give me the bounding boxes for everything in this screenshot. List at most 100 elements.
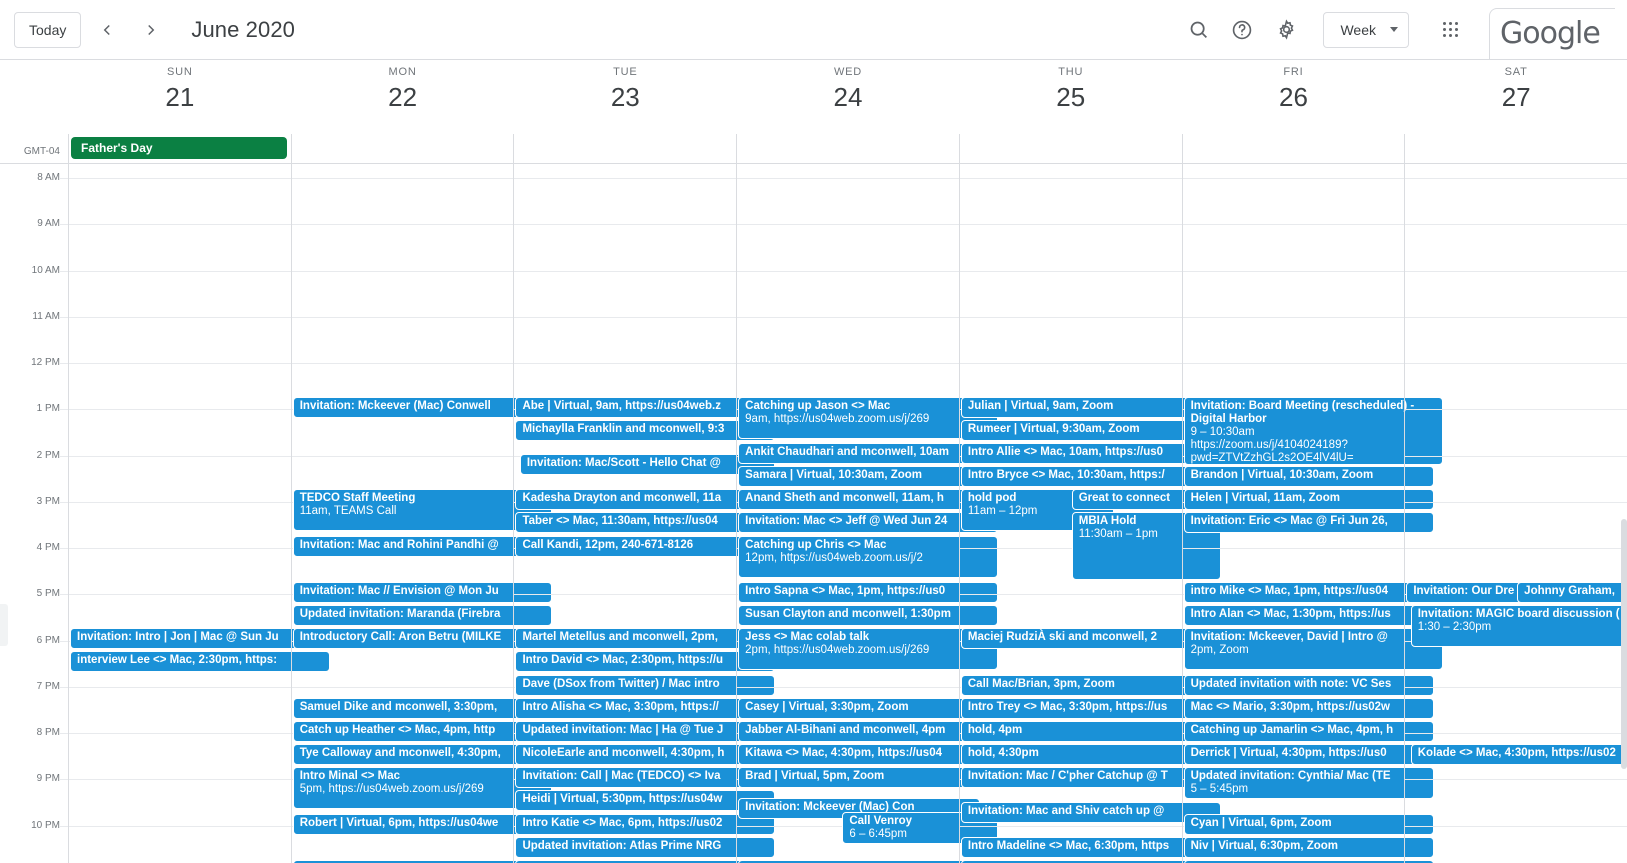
hour-tick	[60, 733, 68, 734]
hour-gridline	[1182, 363, 1405, 364]
time-label: 4 PM	[36, 542, 60, 553]
day-number[interactable]: 26	[1183, 80, 1405, 114]
event-title: Invitation: Board Meeting (rescheduled) …	[1190, 400, 1415, 425]
day-column-thu[interactable]: Julian | Virtual, 9am, Zoom Rumeer | Virt…	[958, 164, 1221, 863]
day-number[interactable]: 24	[737, 80, 959, 114]
time-label: 3 PM	[36, 495, 60, 507]
day-header-sun[interactable]: SUN 21	[68, 60, 291, 134]
hour-gridline	[737, 316, 959, 318]
all-day-cell-thu[interactable]	[958, 134, 1182, 163]
hour-gridline	[291, 363, 514, 364]
hour-tick	[60, 224, 68, 226]
calendar-event[interactable]: Johnny Graham,	[1517, 582, 1627, 603]
next-week-button[interactable]	[133, 12, 169, 48]
hour-gridline	[959, 224, 1182, 226]
day-header-thu[interactable]: THU 25	[959, 60, 1182, 134]
event-title: Invitation: Mac and Shiv catch up @	[967, 805, 1165, 817]
event-title: Johnny Graham,	[1524, 585, 1615, 597]
event-title: Mac <> Mario, 3:30pm, https://us02w	[1190, 701, 1390, 713]
help-icon[interactable]	[1221, 9, 1263, 51]
day-header-fri[interactable]: FRI 26	[1182, 60, 1405, 134]
calendar-grid-scroll[interactable]: 8 AM 9 AM 10 AM 11 AM 12 PM 1 PM 2 PM 3 PM 4 PM 5…	[0, 164, 1627, 863]
hour-tick	[60, 501, 68, 503]
timezone-label: GMT-04	[23, 146, 60, 157]
day-header-mon[interactable]: MON 22	[291, 60, 514, 134]
time-label: 7 PM	[36, 680, 60, 692]
day-column-wed[interactable]: Catching up Jason <> Mac 9am, https://us0…	[736, 164, 998, 863]
all-day-cell-mon[interactable]	[290, 134, 514, 163]
calendar-event[interactable]: Cyan | Virtual, 6pm, Zoom	[1183, 814, 1435, 835]
all-day-cell-wed[interactable]	[736, 134, 959, 163]
time-label: 12 PM	[31, 357, 60, 368]
hour-gridline	[1405, 825, 1627, 827]
hour-gridline	[959, 825, 1182, 827]
day-column-sat[interactable]: Invitation: Our Dre Johnny Graham, Invitat…	[1404, 164, 1627, 863]
hour-gridline	[1405, 316, 1627, 318]
today-button[interactable]: Today	[14, 11, 82, 48]
event-title: Catch up Heather <> Mac, 4pm, http	[299, 724, 496, 736]
view-selector[interactable]: Week	[1323, 11, 1409, 48]
search-icon[interactable]	[1177, 9, 1219, 51]
calendar-event[interactable]: Invitation: Eric <> Mac @ Fri Jun 26,	[1183, 512, 1435, 533]
calendar-event[interactable]: Helen | Virtual, 11am, Zoom	[1183, 489, 1435, 510]
hour-gridline	[737, 178, 959, 179]
day-name: THU	[1058, 66, 1084, 78]
hour-gridline	[737, 363, 959, 364]
hour-gridline	[1182, 178, 1405, 179]
calendar-event[interactable]: Brandon | Virtual, 10:30am, Zoom	[1183, 466, 1435, 487]
all-day-cell-sat[interactable]	[1404, 134, 1627, 163]
hour-tick	[60, 363, 68, 364]
all-day-cell-sun[interactable]: Father's Day	[68, 134, 291, 163]
day-number[interactable]: 23	[514, 80, 736, 114]
event-title: Susan Clayton and mconwell, 1:30pm	[745, 608, 951, 620]
day-header-sat[interactable]: SAT 27	[1404, 60, 1627, 134]
hour-gridline	[1182, 270, 1405, 272]
day-column-sun[interactable]: Invitation: Intro | Jon | Mac @ Sun Ju in…	[68, 164, 330, 863]
hour-gridline	[1405, 686, 1627, 688]
day-number[interactable]: 21	[69, 80, 291, 114]
gear-icon[interactable]	[1265, 9, 1307, 51]
all-day-event-chip[interactable]: Father's Day	[71, 137, 287, 159]
day-column-tue[interactable]: Abe | Virtual, 9am, https://us04web.z Mic…	[513, 164, 776, 863]
calendar-event[interactable]: Derrick | Virtual, 4:30pm, https://us0	[1183, 744, 1435, 765]
day-column-fri[interactable]: Invitation: Board Meeting (rescheduled) …	[1181, 164, 1444, 863]
calendar-event[interactable]: Mac <> Mario, 3:30pm, https://us02w	[1183, 698, 1435, 719]
previous-week-button[interactable]	[89, 12, 125, 48]
hour-tick	[60, 779, 68, 781]
calendar-event[interactable]: Niv | Virtual, 6:30pm, Zoom	[1183, 837, 1435, 858]
app-toolbar: Today June 2020 Week Google	[0, 0, 1627, 60]
hour-gridline	[69, 779, 291, 781]
event-title: Anand Sheth and mconwell, 11am, h	[745, 492, 944, 504]
vertical-scrollbar[interactable]	[1621, 519, 1627, 769]
event-title: Heidi | Virtual, 5:30pm, https://us04w	[522, 793, 723, 805]
time-label: 11 AM	[32, 310, 60, 322]
day-header-tue[interactable]: TUE 23	[513, 60, 736, 134]
event-title: Intro David <> Mac, 2:30pm, https://u	[522, 654, 724, 666]
event-subtitle: 9am, https://us04web.zoom.us/j/269	[745, 413, 930, 425]
all-day-cell-tue[interactable]	[513, 134, 736, 163]
all-day-cell-fri[interactable]	[1181, 134, 1405, 163]
event-subtitle: https://zoom.us/j/4104024189?pwd=ZTVtZzh…	[1190, 439, 1354, 464]
day-column-mon[interactable]: Invitation: Mckeever (Mac) Conwell TEDCO…	[290, 164, 553, 863]
apps-grid-icon[interactable]	[1429, 9, 1471, 51]
calendar-event[interactable]: Updated invitation with note: VC Ses	[1183, 675, 1435, 696]
event-title: Invitation: Mac and Rohini Pandhi @	[299, 539, 499, 551]
view-selector-label: Week	[1340, 21, 1376, 38]
hour-gridline	[1405, 733, 1627, 734]
event-title: Invitation: Mac/Scott - Hello Chat @	[526, 457, 721, 469]
day-number[interactable]: 25	[960, 80, 1182, 114]
calendar-event[interactable]: Updated invitation: Cynthia/ Mac (TE 5 – …	[1183, 767, 1435, 799]
calendar-event[interactable]: Catching up Jamarlin <> Mac, 4pm, h	[1183, 721, 1435, 742]
calendar-event[interactable]: Kolade <> Mac, 4:30pm, https://us02	[1410, 744, 1627, 765]
day-number[interactable]: 22	[292, 80, 514, 114]
calendar-event[interactable]: Invitation: MAGIC board discussion (1:30…	[1410, 605, 1627, 647]
event-title: Catching up Jason <> Mac	[745, 400, 891, 412]
event-title: Dave (DSox from Twitter) / Mac intro	[522, 678, 720, 690]
day-number[interactable]: 27	[1405, 80, 1627, 114]
hour-gridline	[959, 316, 1182, 318]
hour-gridline	[1405, 779, 1627, 781]
hour-gridline	[69, 548, 291, 549]
event-title: interview Lee <> Mac, 2:30pm, https:	[77, 654, 278, 666]
day-header-wed[interactable]: WED 24	[736, 60, 959, 134]
event-title: Abe | Virtual, 9am, https://us04web.z	[522, 400, 721, 412]
